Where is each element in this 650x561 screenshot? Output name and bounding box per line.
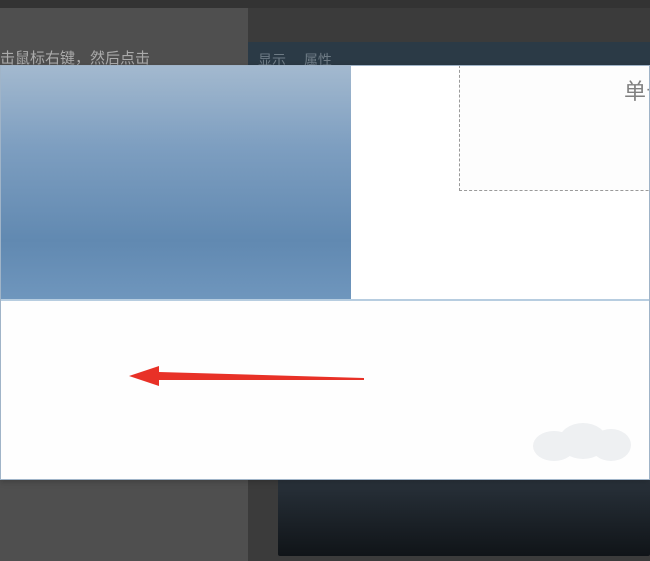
placeholder-instruction-text: 单击以: [624, 74, 650, 106]
popup-window: 单击以: [0, 65, 650, 480]
slide-canvas[interactable]: 单击以: [351, 66, 649, 299]
popup-bottom-section: [1, 301, 649, 479]
slide-preview-pane[interactable]: [1, 66, 351, 299]
watermark-smudge: [533, 417, 631, 465]
popup-top-section: 单击以: [1, 66, 649, 301]
annotation-arrow: [129, 361, 364, 391]
text-placeholder-box[interactable]: 单击以: [459, 65, 650, 191]
top-bar: [0, 0, 650, 8]
